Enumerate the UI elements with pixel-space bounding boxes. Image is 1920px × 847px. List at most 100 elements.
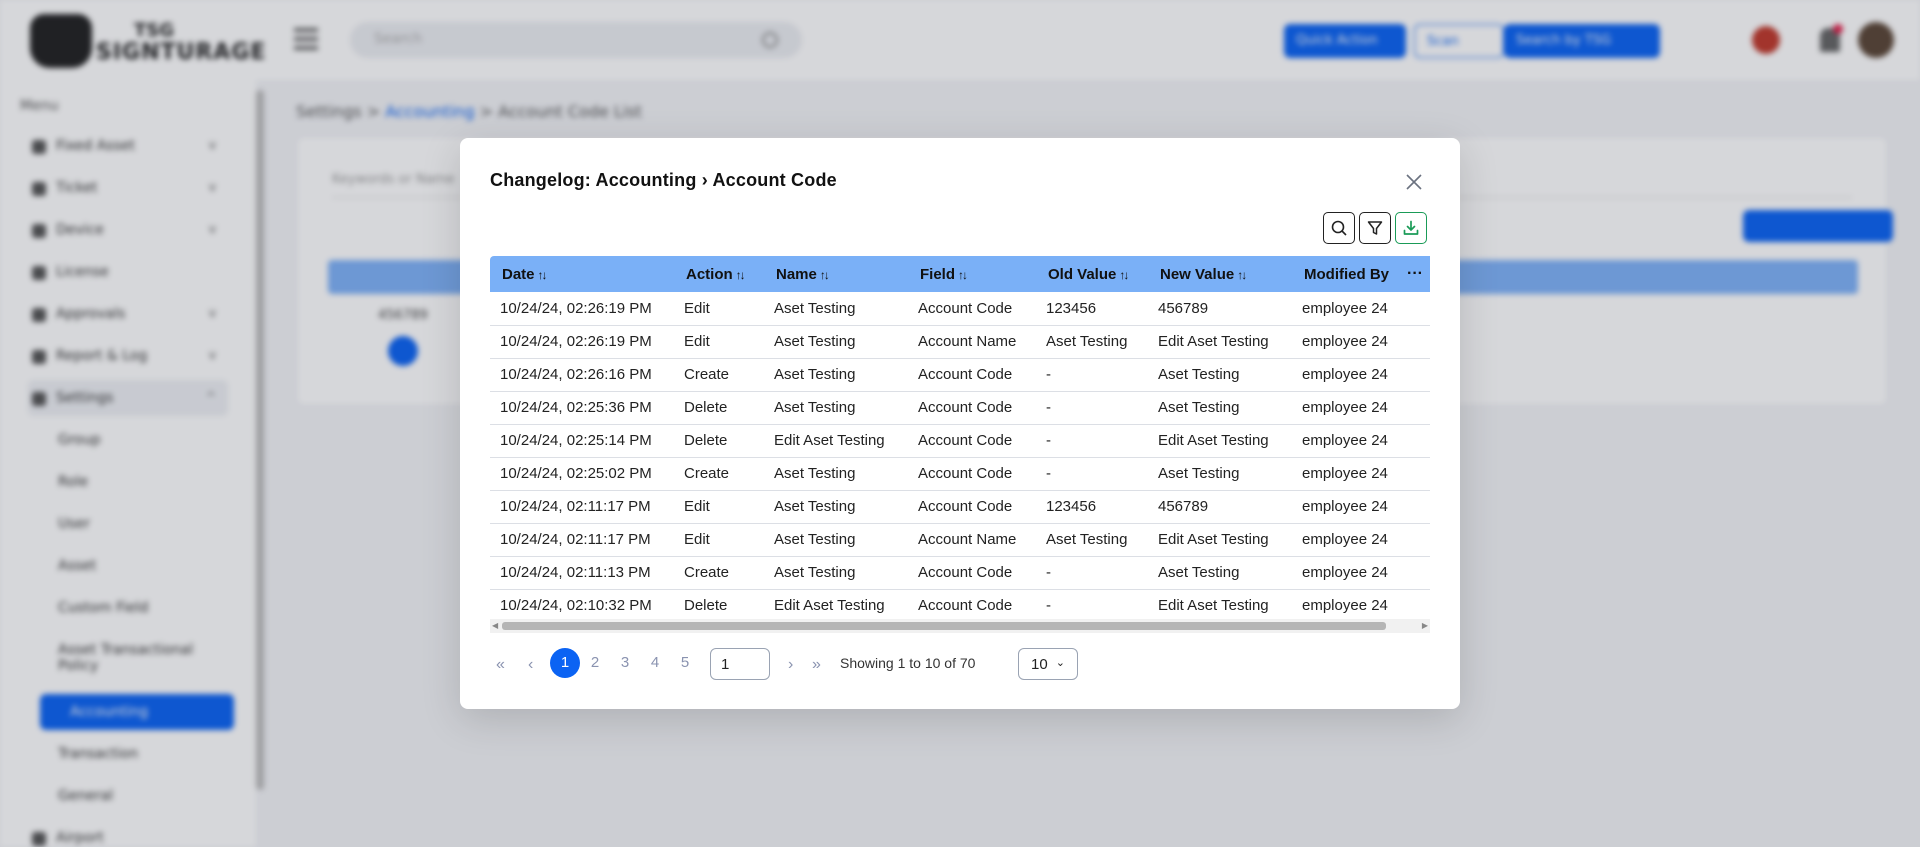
date-cell: 10/24/24, 02:26:19 PM xyxy=(490,292,674,326)
name-cell: Aset Testing xyxy=(764,556,908,590)
table-row[interactable]: 10/24/24, 02:11:13 PM Create Aset Testing A… xyxy=(490,556,1430,590)
new-value-cell: Edit Aset Testing xyxy=(1148,589,1292,623)
old-value-cell: - xyxy=(1036,424,1148,458)
column-header-new-value[interactable]: New Value ↑↓ xyxy=(1148,256,1292,292)
table-row[interactable]: 10/24/24, 02:11:17 PM Edit Aset Testing Acc… xyxy=(490,523,1430,557)
column-label: Name xyxy=(776,265,817,283)
row-spacer xyxy=(1400,358,1430,392)
column-header-name[interactable]: Name ↑↓ xyxy=(764,256,908,292)
page-5-button[interactable]: 5 xyxy=(670,648,700,678)
new-value-cell: 456789 xyxy=(1148,292,1292,326)
action-cell: Edit xyxy=(674,523,764,557)
page-number-input[interactable] xyxy=(710,648,770,680)
last-page-icon[interactable]: » xyxy=(812,656,821,674)
date-cell: 10/24/24, 02:11:17 PM xyxy=(490,523,674,557)
old-value-cell: Aset Testing xyxy=(1036,325,1148,359)
old-value-cell: - xyxy=(1036,589,1148,623)
table-row[interactable]: 10/24/24, 02:25:02 PM Create Aset Testing A… xyxy=(490,457,1430,491)
column-label: Action xyxy=(686,265,733,283)
name-cell: Aset Testing xyxy=(764,490,908,524)
field-cell: Account Code xyxy=(908,292,1036,326)
field-cell: Account Code xyxy=(908,358,1036,392)
modified-by-cell: employee 24 xyxy=(1292,523,1400,557)
modified-by-cell: employee 24 xyxy=(1292,457,1400,491)
table-row[interactable]: 10/24/24, 02:11:17 PM Edit Aset Testing Acc… xyxy=(490,490,1430,524)
field-cell: Account Code xyxy=(908,424,1036,458)
page-4-button[interactable]: 4 xyxy=(640,648,670,678)
prev-page-icon[interactable]: ‹ xyxy=(528,656,533,674)
action-cell: Delete xyxy=(674,391,764,425)
date-cell: 10/24/24, 02:26:19 PM xyxy=(490,325,674,359)
old-value-cell: 123456 xyxy=(1036,490,1148,524)
date-cell: 10/24/24, 02:10:32 PM xyxy=(490,589,674,623)
next-page-icon[interactable]: › xyxy=(788,656,793,674)
filter-button[interactable] xyxy=(1359,212,1391,244)
sort-icon[interactable]: ↑↓ xyxy=(1119,268,1129,282)
column-header-old-value[interactable]: Old Value ↑↓ xyxy=(1036,256,1148,292)
date-cell: 10/24/24, 02:25:36 PM xyxy=(490,391,674,425)
scrollbar-thumb[interactable] xyxy=(502,622,1386,630)
modified-by-cell: employee 24 xyxy=(1292,391,1400,425)
table-header-row: Date ↑↓ Action ↑↓ Name ↑↓ Field ↑↓ Old Value… xyxy=(490,256,1430,292)
download-icon xyxy=(1403,220,1419,235)
modified-by-cell: employee 24 xyxy=(1292,424,1400,458)
close-icon xyxy=(1406,174,1422,190)
new-value-cell: Aset Testing xyxy=(1148,556,1292,590)
table-row[interactable]: 10/24/24, 02:26:19 PM Edit Aset Testing Acc… xyxy=(490,292,1430,326)
date-cell: 10/24/24, 02:11:13 PM xyxy=(490,556,674,590)
row-spacer xyxy=(1400,490,1430,524)
modified-by-cell: employee 24 xyxy=(1292,325,1400,359)
name-cell: Edit Aset Testing xyxy=(764,589,908,623)
column-header-field[interactable]: Field ↑↓ xyxy=(908,256,1036,292)
column-header-modified-by[interactable]: Modified By xyxy=(1292,256,1400,292)
new-value-cell: Edit Aset Testing xyxy=(1148,424,1292,458)
sort-icon[interactable]: ↑↓ xyxy=(958,268,968,282)
action-cell: Delete xyxy=(674,424,764,458)
sort-icon[interactable]: ↑↓ xyxy=(538,268,548,282)
modal-title: Changelog: Accounting › Account Code xyxy=(490,170,837,190)
name-cell: Aset Testing xyxy=(764,358,908,392)
table-row[interactable]: 10/24/24, 02:25:36 PM Delete Aset Testing A… xyxy=(490,391,1430,425)
page-2-button[interactable]: 2 xyxy=(580,648,610,678)
field-cell: Account Code xyxy=(908,589,1036,623)
field-cell: Account Code xyxy=(908,457,1036,491)
old-value-cell: - xyxy=(1036,391,1148,425)
table-row[interactable]: 10/24/24, 02:26:16 PM Create Aset Testing A… xyxy=(490,358,1430,392)
table-row[interactable]: 10/24/24, 02:10:32 PM Delete Edit Aset Tes… xyxy=(490,589,1430,623)
close-button[interactable] xyxy=(1404,172,1424,192)
scroll-right-icon[interactable]: ▶ xyxy=(1422,621,1428,630)
sort-icon[interactable]: ↑↓ xyxy=(1237,268,1247,282)
field-cell: Account Code xyxy=(908,556,1036,590)
sort-icon[interactable]: ↑↓ xyxy=(736,268,746,282)
field-cell: Account Code xyxy=(908,490,1036,524)
action-cell: Edit xyxy=(674,325,764,359)
horizontal-scrollbar[interactable]: ◀ ▶ xyxy=(490,619,1430,633)
chevron-down-icon: ⌄ xyxy=(1055,657,1065,669)
table-row[interactable]: 10/24/24, 02:25:14 PM Delete Edit Aset Tes… xyxy=(490,424,1430,458)
field-cell: Account Name xyxy=(908,523,1036,557)
column-options-icon[interactable]: ··· xyxy=(1400,256,1430,292)
name-cell: Edit Aset Testing xyxy=(764,424,908,458)
column-label: New Value xyxy=(1160,265,1235,283)
page-3-button[interactable]: 3 xyxy=(610,648,640,678)
name-cell: Aset Testing xyxy=(764,391,908,425)
column-header-action[interactable]: Action ↑↓ xyxy=(674,256,764,292)
field-cell: Account Name xyxy=(908,325,1036,359)
action-cell: Edit xyxy=(674,292,764,326)
download-button[interactable] xyxy=(1395,212,1427,244)
page-size-select[interactable]: 10 ⌄ xyxy=(1018,648,1078,680)
table-row[interactable]: 10/24/24, 02:26:19 PM Edit Aset Testing Acc… xyxy=(490,325,1430,359)
old-value-cell: - xyxy=(1036,358,1148,392)
sort-icon[interactable]: ↑↓ xyxy=(820,268,830,282)
column-label: Date xyxy=(502,265,535,283)
page-1-button[interactable]: 1 xyxy=(550,648,580,678)
action-cell: Delete xyxy=(674,589,764,623)
first-page-icon[interactable]: « xyxy=(496,656,505,674)
scroll-left-icon[interactable]: ◀ xyxy=(492,621,498,630)
date-cell: 10/24/24, 02:11:17 PM xyxy=(490,490,674,524)
old-value-cell: Aset Testing xyxy=(1036,523,1148,557)
search-button[interactable] xyxy=(1323,212,1355,244)
column-header-date[interactable]: Date ↑↓ xyxy=(490,256,674,292)
modified-by-cell: employee 24 xyxy=(1292,292,1400,326)
row-spacer xyxy=(1400,391,1430,425)
